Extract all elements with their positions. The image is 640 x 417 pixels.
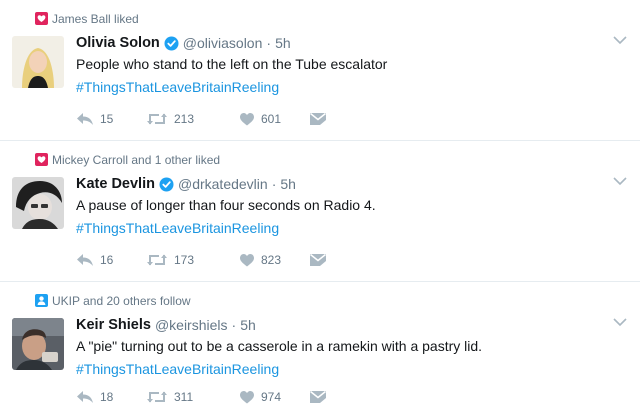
- like-count: 974: [261, 390, 282, 404]
- social-context-text[interactable]: James Ball liked: [52, 12, 139, 26]
- tweet-text: A "pie" turning out to be a casserole in…: [76, 338, 483, 354]
- separator: ·: [266, 35, 272, 51]
- tweet-text: A pause of longer than four seconds on R…: [76, 197, 376, 213]
- display-name[interactable]: Kate Devlin: [76, 176, 155, 192]
- tweet-card[interactable]: Mickey Carroll and 1 other liked Kate De…: [0, 141, 640, 282]
- direct-message-button[interactable]: [309, 110, 329, 128]
- heart-icon: [240, 391, 254, 404]
- retweet-icon: [147, 254, 167, 266]
- reply-count: 18: [100, 390, 114, 404]
- envelope-icon: [310, 112, 326, 125]
- avatar[interactable]: [12, 36, 64, 88]
- timestamp[interactable]: 5h: [280, 176, 296, 192]
- chevron-down-icon[interactable]: [612, 34, 628, 46]
- retweet-button[interactable]: 213: [146, 110, 233, 128]
- direct-message-button[interactable]: [309, 388, 329, 406]
- social-context: James Ball liked: [35, 12, 139, 26]
- display-name[interactable]: Keir Shiels: [76, 317, 151, 333]
- separator: ·: [231, 317, 237, 333]
- reply-count: 15: [100, 112, 114, 126]
- tweet-actions: 16 173 823: [76, 251, 329, 269]
- verified-badge-icon: [164, 36, 179, 50]
- retweet-button[interactable]: 311: [146, 388, 233, 406]
- tweet-header: Olivia Solon @oliviasolon · 5h: [76, 34, 291, 52]
- retweet-count: 311: [174, 390, 194, 404]
- heart-icon: [35, 12, 48, 25]
- display-name[interactable]: Olivia Solon: [76, 35, 160, 51]
- username[interactable]: @keirshiels: [155, 317, 228, 333]
- direct-message-button[interactable]: [309, 251, 329, 269]
- reply-button[interactable]: 15: [76, 110, 136, 128]
- retweet-count: 213: [174, 112, 195, 126]
- tweet-actions: 18 311 974: [76, 388, 329, 406]
- tweet-header: Kate Devlin @drkatedevlin · 5h: [76, 175, 296, 193]
- social-context: UKIP and 20 others follow: [35, 294, 191, 308]
- timestamp[interactable]: 5h: [275, 35, 291, 51]
- separator: ·: [271, 176, 277, 192]
- reply-icon: [77, 254, 93, 266]
- timeline-feed: James Ball liked Olivia Solon @oliviasol…: [0, 0, 640, 417]
- retweet-button[interactable]: 173: [146, 251, 233, 269]
- chevron-down-icon[interactable]: [612, 175, 628, 187]
- timestamp[interactable]: 5h: [240, 317, 256, 333]
- avatar[interactable]: [12, 177, 64, 229]
- reply-icon: [77, 391, 93, 403]
- heart-icon: [240, 254, 254, 267]
- chevron-down-icon[interactable]: [612, 316, 628, 328]
- envelope-icon: [310, 253, 326, 266]
- tweet-card[interactable]: James Ball liked Olivia Solon @oliviasol…: [0, 0, 640, 141]
- verified-badge-icon: [159, 177, 174, 191]
- hashtag-link[interactable]: #ThingsThatLeaveBritainReeling: [76, 78, 279, 96]
- username[interactable]: @drkatedevlin: [178, 176, 268, 192]
- retweet-count: 173: [174, 253, 195, 267]
- reply-button[interactable]: 16: [76, 251, 136, 269]
- hashtag-link[interactable]: #ThingsThatLeaveBritainReeling: [76, 219, 279, 237]
- tweet-actions: 15 213 601: [76, 110, 329, 128]
- social-context-text[interactable]: UKIP and 20 others follow: [52, 294, 191, 308]
- reply-button[interactable]: 18: [76, 388, 136, 406]
- retweet-icon: [147, 391, 167, 403]
- tweet-text: People who stand to the left on the Tube…: [76, 56, 388, 72]
- heart-icon: [35, 153, 48, 166]
- retweet-icon: [147, 113, 167, 125]
- tweet-header: Keir Shiels @keirshiels · 5h: [76, 316, 256, 334]
- like-button[interactable]: 974: [239, 388, 309, 406]
- envelope-icon: [310, 390, 326, 403]
- like-button[interactable]: 823: [239, 251, 309, 269]
- social-context-text[interactable]: Mickey Carroll and 1 other liked: [52, 153, 220, 167]
- reply-icon: [77, 113, 93, 125]
- social-context: Mickey Carroll and 1 other liked: [35, 153, 220, 167]
- hashtag-link[interactable]: #ThingsThatLeaveBritainReeling: [76, 360, 279, 378]
- username[interactable]: @oliviasolon: [183, 35, 263, 51]
- reply-count: 16: [100, 253, 114, 267]
- avatar[interactable]: [12, 318, 64, 370]
- like-count: 823: [261, 253, 282, 267]
- tweet-card[interactable]: UKIP and 20 others follow Keir Shiels @k…: [0, 282, 640, 417]
- like-count: 601: [261, 112, 282, 126]
- person-icon: [35, 294, 48, 307]
- like-button[interactable]: 601: [239, 110, 309, 128]
- heart-icon: [240, 113, 254, 126]
